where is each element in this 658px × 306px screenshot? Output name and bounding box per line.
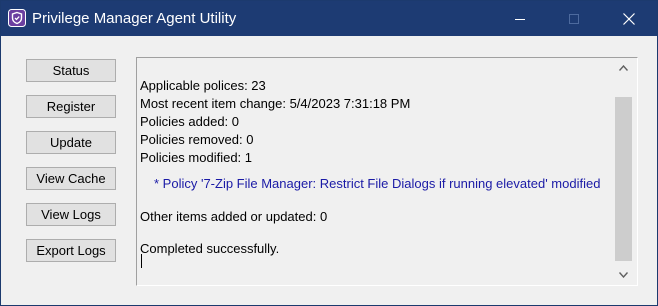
minimize-button[interactable] bbox=[497, 1, 543, 36]
update-button[interactable]: Update bbox=[26, 131, 116, 154]
maximize-icon bbox=[569, 13, 579, 24]
chevron-down-icon bbox=[619, 272, 628, 278]
view-cache-button[interactable]: View Cache bbox=[26, 167, 116, 190]
register-button[interactable]: Register bbox=[26, 95, 116, 118]
output-line-applicable-policies: Applicable polices: 23 bbox=[140, 78, 266, 93]
export-logs-button[interactable]: Export Logs bbox=[26, 239, 116, 262]
output-textbox[interactable]: Applicable polices: 23 Most recent item … bbox=[136, 57, 638, 286]
scroll-thumb[interactable] bbox=[615, 97, 632, 261]
output-line-policies-modified: Policies modified: 1 bbox=[140, 150, 252, 165]
output-line-policy-detail: * Policy '7-Zip File Manager: Restrict F… bbox=[154, 176, 601, 191]
status-button[interactable]: Status bbox=[26, 59, 116, 82]
app-window: Privilege Manager Agent Utility Status R… bbox=[0, 0, 658, 306]
vertical-scrollbar[interactable] bbox=[614, 59, 633, 284]
title-bar[interactable]: Privilege Manager Agent Utility bbox=[1, 1, 657, 36]
close-button[interactable] bbox=[606, 1, 652, 36]
scroll-up-button[interactable] bbox=[614, 59, 633, 77]
output-text-area[interactable]: Applicable polices: 23 Most recent item … bbox=[138, 59, 618, 285]
text-caret bbox=[141, 254, 142, 268]
chevron-up-icon bbox=[619, 65, 628, 71]
output-line-completed: Completed successfully. bbox=[140, 241, 280, 256]
minimize-icon bbox=[515, 18, 525, 20]
maximize-button[interactable] bbox=[551, 1, 597, 36]
shield-icon bbox=[8, 9, 26, 27]
output-line-policies-removed: Policies removed: 0 bbox=[140, 132, 254, 147]
output-line-policies-added: Policies added: 0 bbox=[140, 114, 240, 129]
view-logs-button[interactable]: View Logs bbox=[26, 203, 116, 226]
close-icon bbox=[623, 12, 635, 25]
scroll-down-button[interactable] bbox=[614, 266, 633, 284]
output-line-other-items: Other items added or updated: 0 bbox=[140, 209, 328, 224]
window-title: Privilege Manager Agent Utility bbox=[32, 10, 237, 27]
output-line-recent-change: Most recent item change: 5/4/2023 7:31:1… bbox=[140, 96, 411, 111]
